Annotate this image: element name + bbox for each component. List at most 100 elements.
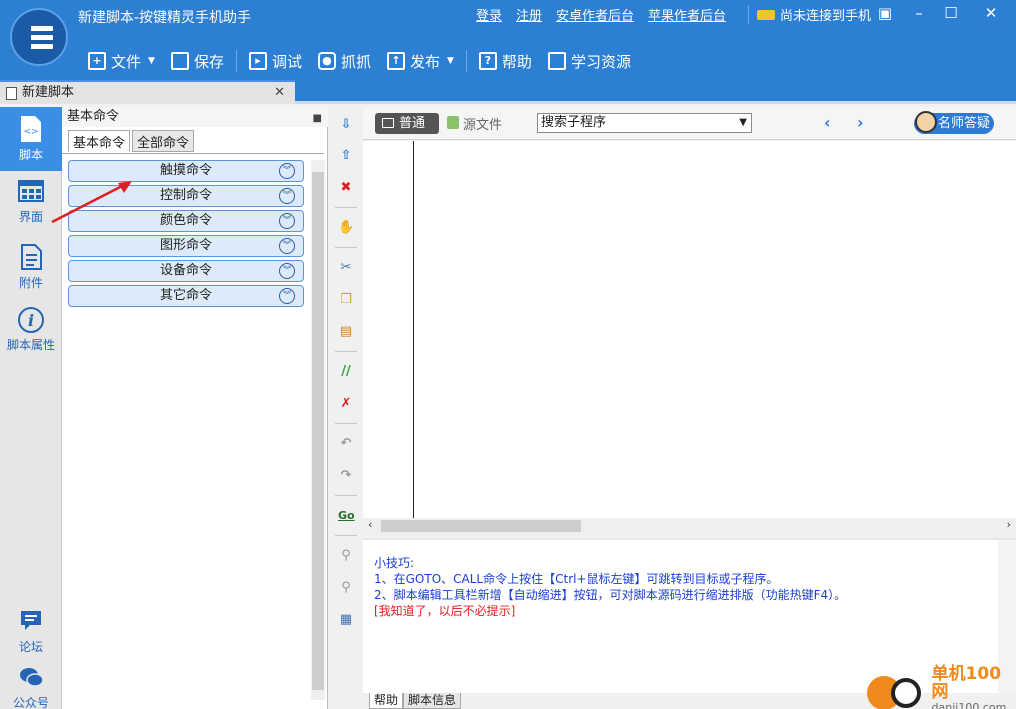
back-arrow-icon[interactable]: ‹ bbox=[824, 113, 831, 132]
nav-properties[interactable]: i 脚本属性 bbox=[0, 305, 62, 365]
nav-script[interactable]: <> 脚本 bbox=[0, 107, 62, 171]
command-scrollbar[interactable] bbox=[311, 160, 325, 700]
move-up-icon[interactable]: ⇧ bbox=[338, 148, 354, 164]
teacher-avatar-icon bbox=[915, 111, 937, 133]
command-other[interactable]: 其它命令 ︾ bbox=[68, 285, 304, 307]
capture-label: 抓抓 bbox=[340, 52, 371, 71]
minimize-icon[interactable]: – bbox=[906, 2, 932, 26]
editor-tool-strip: ⇩ ⇧ ✖ ✋ ✂ ❐ ▤ // ✗ ↶ ↷ Go ⚲ ⚲ ▦ bbox=[329, 107, 363, 709]
code-editor[interactable] bbox=[363, 141, 1016, 518]
find-icon[interactable]: ⚲ bbox=[338, 548, 354, 564]
file-label: 文件 bbox=[111, 52, 142, 71]
hand-icon[interactable]: ✋ bbox=[338, 220, 354, 236]
tab-all-commands[interactable]: 全部命令 bbox=[132, 130, 195, 152]
scrollbar-thumb[interactable] bbox=[381, 520, 581, 532]
publish-button[interactable]: ↑ 发布 ▼ bbox=[379, 47, 462, 75]
nav-forum[interactable]: 论坛 bbox=[0, 607, 62, 654]
pin-icon[interactable]: ■ bbox=[313, 109, 322, 129]
tool-divider bbox=[335, 423, 357, 424]
source-mode-label: 源文件 bbox=[463, 118, 503, 133]
scroll-right-icon[interactable]: › bbox=[1007, 518, 1011, 531]
script-icon: <> bbox=[21, 116, 41, 142]
redo-icon[interactable]: ↷ bbox=[338, 468, 354, 484]
copy-icon[interactable]: ❐ bbox=[338, 292, 354, 308]
learn-label: 学习资源 bbox=[570, 52, 631, 71]
goto-icon[interactable]: Go bbox=[338, 508, 355, 524]
paste-icon[interactable]: ▤ bbox=[338, 324, 354, 340]
register-link[interactable]: 注册 bbox=[516, 5, 542, 24]
toolbar-divider bbox=[235, 50, 237, 72]
forward-arrow-icon[interactable]: › bbox=[857, 113, 864, 132]
expert-qa-button[interactable]: 名师答疑 bbox=[914, 111, 994, 134]
comment-icon[interactable]: // bbox=[338, 364, 354, 380]
title-bar: 新建脚本-按键精灵手机助手 登录 注册 安卓作者后台 苹果作者后台 尚未连接到手… bbox=[0, 0, 1016, 79]
expand-icon: ︾ bbox=[279, 263, 295, 279]
tool-divider bbox=[335, 351, 357, 352]
camera-icon: ● bbox=[317, 52, 336, 70]
code-horizontal-scrollbar[interactable]: ‹ › bbox=[363, 518, 1016, 534]
nav-attachment[interactable]: 附件 bbox=[0, 243, 62, 298]
command-panel-header: 基本命令 ■ bbox=[62, 107, 328, 127]
tab-script-info[interactable]: 脚本信息 bbox=[403, 693, 462, 709]
command-label: 图形命令 bbox=[159, 238, 212, 253]
chevron-down-icon: ▼ bbox=[148, 56, 155, 66]
uncomment-icon[interactable]: ✗ bbox=[338, 396, 354, 412]
publish-label: 发布 bbox=[409, 52, 440, 71]
tool-divider bbox=[335, 535, 357, 536]
login-link[interactable]: 登录 bbox=[476, 5, 502, 24]
chat-icon bbox=[21, 611, 41, 630]
nav-official-account[interactable]: 公众号 bbox=[0, 663, 62, 709]
command-device[interactable]: 设备命令 ︾ bbox=[68, 260, 304, 282]
undo-icon[interactable]: ↶ bbox=[338, 436, 354, 452]
command-graphic[interactable]: 图形命令 ︾ bbox=[68, 235, 304, 257]
cut-icon[interactable]: ✂ bbox=[338, 260, 354, 276]
debug-button[interactable]: ▸ 调试 bbox=[241, 47, 310, 75]
tool-divider bbox=[335, 495, 357, 496]
subroutine-search-text: 搜索子程序 bbox=[541, 115, 607, 130]
scrollbar-thumb[interactable] bbox=[312, 172, 324, 690]
close-tab-icon[interactable]: ✕ bbox=[274, 82, 285, 103]
main-toolbar: + 文件 ▼ 保存 ▸ 调试 ● 抓抓 ↑ 发布 ▼ ? 帮助 学习资源 bbox=[80, 46, 639, 76]
save-button[interactable]: 保存 bbox=[163, 47, 232, 75]
learn-button[interactable]: 学习资源 bbox=[540, 47, 639, 75]
tab-basic-commands[interactable]: 基本命令 bbox=[68, 130, 131, 152]
capture-button[interactable]: ● 抓抓 bbox=[310, 47, 379, 75]
apple-author-link[interactable]: 苹果作者后台 bbox=[648, 5, 726, 24]
file-button[interactable]: + 文件 ▼ bbox=[80, 47, 163, 75]
new-file-icon: + bbox=[88, 52, 106, 70]
move-down-icon[interactable]: ⇩ bbox=[338, 117, 354, 133]
expand-icon: ︾ bbox=[279, 163, 295, 179]
indent-icon[interactable]: ▦ bbox=[338, 612, 354, 628]
delete-icon[interactable]: ✖ bbox=[338, 180, 354, 196]
tips-title: 小技巧: bbox=[374, 556, 415, 570]
android-author-link[interactable]: 安卓作者后台 bbox=[556, 5, 634, 24]
connection-status[interactable]: 尚未连接到手机 bbox=[748, 5, 871, 24]
nav-ui-label: 界面 bbox=[18, 210, 43, 224]
info-icon: i bbox=[18, 307, 44, 333]
upload-icon: ↑ bbox=[386, 52, 405, 70]
close-icon[interactable]: ✕ bbox=[978, 2, 1004, 26]
source-mode-button[interactable]: 源文件 bbox=[447, 114, 502, 133]
normal-mode-icon bbox=[382, 118, 394, 128]
replace-icon[interactable]: ⚲ bbox=[338, 580, 354, 596]
subroutine-search-select[interactable]: 搜索子程序 ▼ bbox=[537, 113, 752, 133]
source-file-icon bbox=[447, 116, 459, 129]
menu-icon[interactable]: ▣ bbox=[872, 2, 898, 26]
normal-mode-button[interactable]: 普通 bbox=[375, 113, 439, 134]
annotation-arrow-icon bbox=[51, 181, 132, 224]
plug-icon bbox=[757, 9, 775, 20]
tab-help[interactable]: 帮助 bbox=[369, 693, 404, 709]
dismiss-tips-link[interactable]: [我知道了，以后不必提示] bbox=[374, 602, 515, 619]
wechat-icon bbox=[20, 668, 44, 687]
chevron-down-icon: ▼ bbox=[739, 117, 747, 128]
help-button[interactable]: ? 帮助 bbox=[471, 47, 540, 75]
file-icon bbox=[6, 87, 17, 100]
maximize-icon[interactable]: ☐ bbox=[938, 2, 964, 26]
save-icon bbox=[170, 52, 189, 70]
document-tab[interactable]: 新建脚本 ✕ bbox=[0, 80, 295, 104]
tab-divider bbox=[62, 153, 324, 154]
scroll-left-icon[interactable]: ‹ bbox=[368, 518, 372, 531]
watermark-logo-icon bbox=[865, 670, 926, 709]
expand-icon: ︾ bbox=[279, 288, 295, 304]
svg-text:i: i bbox=[28, 311, 34, 330]
